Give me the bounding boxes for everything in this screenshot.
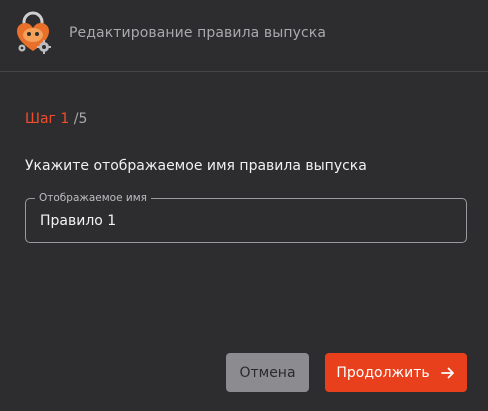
step-current: 1 (60, 111, 70, 127)
form-prompt: Укажите отображаемое имя правила выпуска (25, 158, 367, 174)
dialog-header: Редактирование правила выпуска (0, 0, 488, 72)
edit-release-rule-dialog: Редактирование правила выпуска Шаг 1 /5 … (0, 0, 488, 411)
continue-button-label: Продолжить (336, 364, 430, 381)
step-total: 5 (78, 111, 88, 127)
cancel-button-label: Отмена (239, 364, 296, 381)
continue-button[interactable]: Продолжить (325, 353, 467, 392)
step-label: Шаг (25, 111, 56, 127)
arrow-right-icon (440, 367, 454, 378)
display-name-legend: Отображаемое имя (35, 191, 151, 205)
lock-gear-mascot-icon (17, 11, 51, 54)
display-name-input[interactable] (26, 199, 466, 242)
dialog-title: Редактирование правила выпуска (69, 25, 327, 41)
display-name-field: Отображаемое имя (25, 191, 467, 243)
step-indicator: Шаг 1 /5 (25, 111, 87, 127)
cancel-button[interactable]: Отмена (226, 353, 309, 392)
